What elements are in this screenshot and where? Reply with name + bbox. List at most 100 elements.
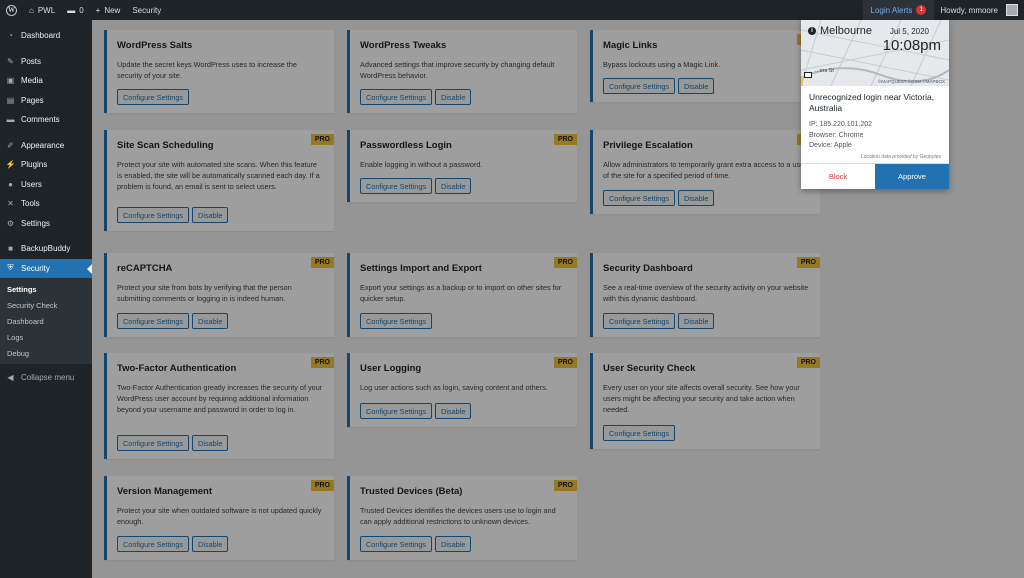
configure-settings-button[interactable]: Configure Settings — [360, 536, 433, 552]
configure-settings-button[interactable]: Configure Settings — [360, 178, 433, 194]
location-note: Location data provided by Geobytes — [860, 153, 941, 160]
card-title: User Security Check — [603, 363, 696, 374]
settings-card: WordPress Salts Update the secret keys Wo… — [104, 30, 334, 113]
sidebar-item-appearance[interactable]: ✐ Appearance — [0, 136, 92, 156]
sidebar-item-settings[interactable]: ⚙ Settings — [0, 214, 92, 234]
sidebar-item-tools[interactable]: ✕ Tools — [0, 194, 92, 214]
comment-icon: ▬ — [6, 115, 15, 125]
disable-button[interactable]: Disable — [192, 536, 229, 552]
disable-button[interactable]: Disable — [678, 190, 715, 206]
configure-settings-button[interactable]: Configure Settings — [603, 425, 676, 441]
site-name: PWL — [37, 5, 56, 15]
pro-badge: PRO — [553, 134, 577, 145]
sidebar-item-plugins[interactable]: ⚡ Plugins — [0, 155, 92, 175]
configure-settings-button[interactable]: Configure Settings — [603, 78, 676, 94]
dashboard-icon: ◔ — [8, 31, 13, 41]
card-title: Settings Import and Export — [360, 263, 482, 274]
card-title: Security Dashboard — [603, 263, 693, 274]
sidebar-item-users[interactable]: ● Users — [0, 175, 92, 195]
sidebar-item-comments[interactable]: ▬ Comments — [0, 110, 92, 130]
configure-settings-button[interactable]: Configure Settings — [360, 403, 433, 419]
configure-settings-button[interactable]: Configure Settings — [603, 190, 676, 206]
card-description: See a real-time overview of the security… — [603, 283, 809, 303]
sidebar-item-label: Pages — [21, 95, 44, 105]
configure-settings-button[interactable]: Configure Settings — [117, 435, 190, 451]
approve-button[interactable]: Approve — [875, 164, 949, 189]
sidebar-item-dashboard[interactable]: ◔ Dashboard — [0, 26, 92, 46]
disable-button[interactable]: Disable — [435, 89, 472, 105]
user-icon: ● — [8, 179, 13, 189]
disable-button[interactable]: Disable — [192, 313, 229, 329]
login-alerts-menu[interactable]: Login Alerts 1 — [862, 0, 935, 20]
disable-button[interactable]: Disable — [678, 313, 715, 329]
configure-settings-button[interactable]: Configure Settings — [117, 536, 190, 552]
disable-button[interactable]: Disable — [435, 536, 472, 552]
submenu-item-security-check[interactable]: Security Check — [0, 297, 92, 313]
collapse-arrow-icon: ◀ — [7, 373, 14, 383]
new-label: New — [104, 5, 121, 15]
submenu-item-logs[interactable]: Logs — [0, 329, 92, 345]
card-description: Log user actions such as login, saving c… — [360, 383, 548, 392]
sidebar-item-backupbuddy[interactable]: ■ BackupBuddy — [0, 239, 92, 259]
account-menu[interactable]: Howdy, mmoore — [934, 0, 1024, 20]
sidebar-item-posts[interactable]: ✎ Posts — [0, 52, 92, 72]
sidebar-item-pages[interactable]: ▤ Pages — [0, 91, 92, 111]
alert-device: Device: Apple — [809, 141, 941, 152]
settings-icon: ⚙ — [6, 218, 15, 228]
city-name: Melbourne — [820, 25, 872, 37]
disable-button[interactable]: Disable — [192, 435, 229, 451]
map-city-label: i Melbourne — [808, 25, 872, 37]
disable-button[interactable]: Disable — [192, 207, 229, 223]
disable-button[interactable]: Disable — [435, 178, 472, 194]
submenu-item-settings[interactable]: Settings — [0, 281, 92, 297]
alert-title: Unrecognized login near Victoria, Austra… — [809, 92, 935, 113]
configure-settings-button[interactable]: Configure Settings — [117, 207, 190, 223]
sidebar-item-label: Plugins — [21, 160, 48, 170]
plug-icon: ⚡ — [5, 160, 16, 170]
card-title: WordPress Salts — [117, 40, 193, 51]
howdy-label: Howdy, mmoore — [940, 5, 998, 15]
configure-settings-button[interactable]: Configure Settings — [117, 89, 190, 105]
sidebar-item-media[interactable]: ▣ Media — [0, 71, 92, 91]
card-description: Trusted Devices identifies the devices u… — [360, 506, 556, 526]
comment-icon: ▬ — [67, 5, 76, 15]
configure-settings-button[interactable]: Configure Settings — [603, 313, 676, 329]
card-title: Privilege Escalation — [603, 140, 693, 151]
info-icon[interactable]: i — [808, 27, 816, 35]
site-name-menu[interactable]: ⌂ PWL — [23, 0, 61, 20]
card-description: Protect your site from bots by verifying… — [117, 283, 292, 303]
card-description: Two-Factor Authentication greatly increa… — [117, 383, 323, 414]
settings-card: Trusted Devices (Beta) Trusted Devices id… — [347, 476, 577, 560]
submenu-item-debug[interactable]: Debug — [0, 345, 92, 361]
configure-settings-button[interactable]: Configure Settings — [360, 313, 433, 329]
configure-settings-button[interactable]: Configure Settings — [117, 313, 190, 329]
settings-card: Magic Links Bypass lockouts using a Magic… — [590, 30, 820, 102]
pin-icon: ✎ — [7, 56, 14, 66]
sidebar-item-security[interactable]: ⛨ Security — [0, 258, 92, 278]
media-icon: ▣ — [6, 76, 15, 86]
disable-button[interactable]: Disable — [678, 78, 715, 94]
card-description: Protect your site with automated site sc… — [117, 160, 320, 191]
block-button[interactable]: Block — [801, 164, 875, 189]
configure-settings-button[interactable]: Configure Settings — [360, 89, 433, 105]
pro-badge: PRO — [796, 257, 820, 268]
wordpress-logo-icon: W — [6, 4, 17, 16]
settings-card: Two-Factor Authentication Two-Factor Auth… — [104, 353, 334, 459]
collapse-menu-label: Collapse menu — [21, 373, 75, 383]
alert-time: 10:08pm — [882, 37, 941, 54]
sidebar-item-label: Appearance — [21, 140, 65, 150]
new-content-menu[interactable]: + New — [90, 0, 127, 20]
map-street-label: ...ers St — [815, 68, 834, 74]
submenu-item-dashboard[interactable]: Dashboard — [0, 313, 92, 329]
alert-browser: Browser: Chrome — [809, 131, 941, 142]
settings-card: Passwordless Login Enable logging in with… — [347, 130, 577, 202]
device-icon — [804, 72, 812, 78]
comments-menu[interactable]: ▬ 0 — [61, 0, 89, 20]
collapse-menu-button[interactable]: ◀ Collapse menu — [0, 368, 92, 388]
settings-card: User Security Check Every user on your si… — [590, 353, 820, 449]
card-description: Every user on your site affects overall … — [603, 383, 800, 414]
security-menu[interactable]: Security — [126, 0, 167, 20]
card-title: WordPress Tweaks — [360, 40, 447, 51]
wp-logo-menu[interactable]: W — [0, 0, 23, 20]
disable-button[interactable]: Disable — [435, 403, 472, 419]
